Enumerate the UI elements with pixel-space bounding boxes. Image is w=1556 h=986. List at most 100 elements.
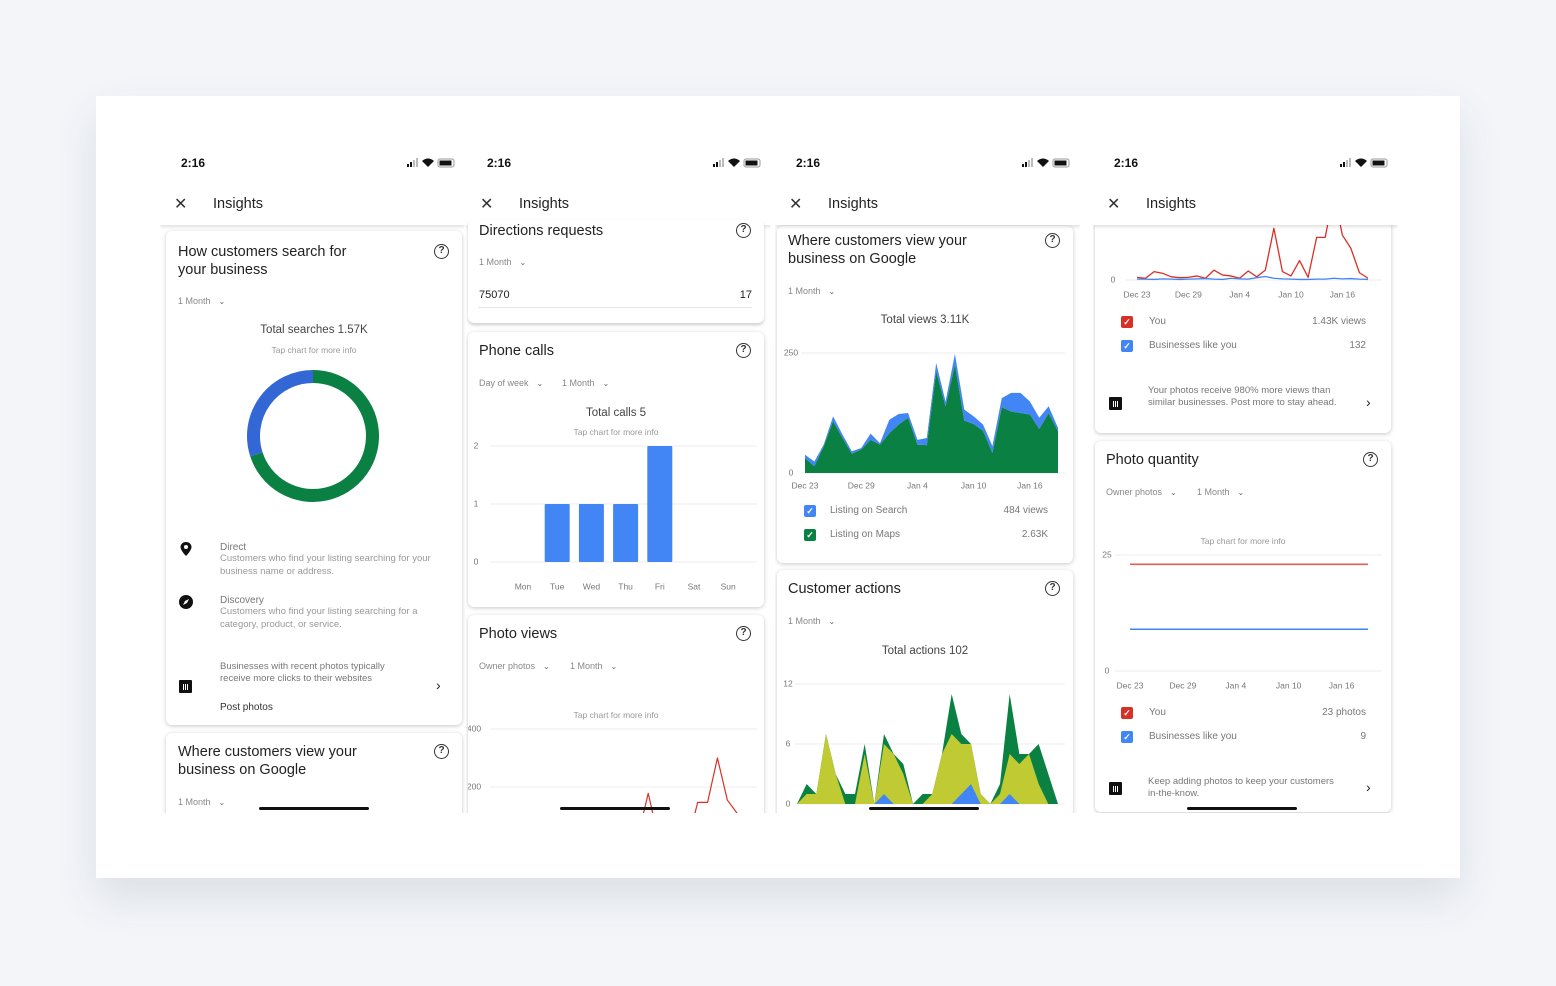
maps-checkbox[interactable]: ✓ [804, 529, 816, 541]
period-dropdown[interactable]: 1 Month ⌄ [479, 257, 526, 267]
help-icon[interactable]: ? [736, 626, 751, 641]
home-indicator[interactable] [259, 807, 369, 810]
you-checkbox[interactable]: ✓ [1121, 707, 1133, 719]
x-tick-label: Jan 4 [907, 480, 928, 490]
legend-value: 1.43K views [1312, 316, 1366, 327]
close-button[interactable]: ✕ [1107, 194, 1120, 214]
period-dropdown[interactable]: 1 Month ⌄ [178, 797, 225, 807]
home-indicator[interactable] [1187, 807, 1297, 810]
search-checkbox[interactable]: ✓ [804, 505, 816, 517]
phone-screen-3: 2:16 ✕ Insights 0 250 Dec 23 Dec 29 Jan 4 Jan… [775, 150, 1080, 813]
chevron-down-icon: ⌄ [218, 297, 226, 306]
period-label: 1 Month [178, 797, 211, 807]
close-button[interactable]: ✕ [480, 194, 493, 214]
y-tick-label: 200 [468, 781, 481, 791]
status-time: 2:16 [487, 156, 512, 170]
help-icon[interactable]: ? [736, 223, 751, 238]
y-tick-label: 12 [783, 678, 793, 688]
help-icon[interactable]: ? [1045, 581, 1060, 596]
legend-label: Listing on Maps [830, 529, 901, 540]
chevron-right-icon[interactable]: › [436, 677, 441, 693]
customer-actions-card[interactable]: 0 6 12 Customer actions ? 1 Month ⌄ Total a… [777, 570, 1073, 813]
help-icon[interactable]: ? [1045, 233, 1060, 248]
close-button[interactable]: ✕ [174, 194, 187, 214]
directions-card[interactable]: Directions requests ? 1 Month ⌄ 75070 17 [468, 220, 764, 323]
status-time: 2:16 [796, 156, 821, 170]
period-dropdown[interactable]: 1 Month ⌄ [562, 378, 609, 388]
post-photos-link[interactable]: Post photos [220, 702, 273, 713]
legend-label: You [1149, 707, 1166, 718]
chart-hint: Tap chart for more info [271, 345, 357, 355]
total-calls: Total calls 5 [585, 407, 647, 419]
phone-calls-card[interactable]: 0 1 2 Mon Tue Wed Thu Fri Sat Sun Phone calls ? D… [468, 332, 764, 607]
card-title: Customer actions [788, 581, 901, 597]
period-dropdown[interactable]: 1 Month ⌄ [570, 661, 617, 671]
period-label: 1 Month [1197, 487, 1230, 497]
period-dropdown[interactable]: 1 Month ⌄ [178, 296, 225, 306]
period-label: 1 Month [178, 296, 211, 306]
card-title: Photo views [479, 626, 558, 642]
photo-building-icon [179, 680, 192, 693]
grouping-dropdown[interactable]: Day of week ⌄ [479, 378, 543, 388]
chevron-right-icon[interactable]: › [1366, 394, 1371, 410]
status-icons [407, 158, 455, 168]
views-card[interactable]: 0 250 Dec 23 Dec 29 Jan 4 Jan 10 Jan 16 Where … [777, 226, 1073, 563]
y-tick-label: 25 [1102, 549, 1112, 559]
status-icons [1340, 158, 1388, 168]
photo-quantity-card[interactable]: 0 25 Dec 23 Dec 29 Jan 4 Jan 10 Jan 16 Photo q… [1095, 441, 1391, 812]
donut-segment-0 [247, 370, 314, 457]
pin-icon [180, 542, 192, 556]
photo-type-label: Owner photos [479, 661, 536, 671]
legend-label: Businesses like you [1149, 340, 1237, 351]
businesses-checkbox[interactable]: ✓ [1121, 340, 1133, 352]
period-label: 1 Month [479, 257, 512, 267]
search-card[interactable]: How customers search for your business ?… [166, 231, 462, 725]
x-tick-label: Sun [721, 581, 736, 591]
x-tick-label: Mon [515, 581, 532, 591]
x-tick-label: Jan 10 [1276, 680, 1302, 690]
wifi-icon [1037, 158, 1049, 167]
period-dropdown[interactable]: 1 Month ⌄ [788, 616, 835, 626]
help-icon[interactable]: ? [1363, 452, 1378, 467]
legend-label: Direct [220, 542, 247, 553]
photos-tip-text: Businesses with recent photos typically … [220, 661, 385, 684]
zip-count: 17 [739, 289, 752, 301]
signal-icon [407, 158, 418, 167]
help-icon[interactable]: ? [434, 244, 449, 259]
phone-calls-bar-chart[interactable]: 0 1 2 Mon Tue Wed Thu Fri Sat Sun [468, 332, 764, 607]
actions-area-chart[interactable]: 0 6 12 [777, 570, 1073, 813]
chevron-down-icon: ⌄ [218, 798, 226, 807]
photo-type-dropdown[interactable]: Owner photos ⌄ [1106, 487, 1177, 497]
help-icon[interactable]: ? [736, 343, 751, 358]
total-searches: Total searches 1.57K [260, 324, 368, 336]
page-title: Insights [213, 196, 263, 212]
photo-views-card[interactable]: 0 Dec 23 Dec 29 Jan 4 Jan 10 Jan 16 ✓ You 1.4… [1095, 220, 1391, 433]
signal-icon [713, 158, 724, 167]
period-dropdown[interactable]: 1 Month ⌄ [1197, 487, 1244, 497]
period-dropdown[interactable]: 1 Month ⌄ [788, 286, 835, 296]
x-tick-label: Dec 23 [1117, 680, 1144, 690]
period-label: 1 Month [562, 378, 595, 388]
phone-screen-1: 2:16 ✕ Insights How customers search for… [160, 150, 465, 813]
home-indicator[interactable] [560, 807, 670, 810]
chevron-right-icon[interactable]: › [1366, 779, 1371, 795]
y-tick-label: 2 [474, 440, 479, 450]
photo-views-card[interactable]: 200 400 Photo views ? Owner photos ⌄ 1 Mon… [468, 615, 764, 813]
photo-type-dropdown[interactable]: Owner photos ⌄ [479, 661, 550, 671]
y-tick-label: 6 [786, 738, 791, 748]
y-tick-label: 0 [786, 798, 791, 808]
x-tick-label: Jan 16 [1330, 289, 1356, 299]
home-indicator[interactable] [869, 807, 979, 810]
you-checkbox[interactable]: ✓ [1121, 316, 1133, 328]
legend-value: 2.63K [1021, 529, 1048, 540]
help-icon[interactable]: ? [434, 744, 449, 759]
businesses-checkbox[interactable]: ✓ [1121, 731, 1133, 743]
x-tick-label: Jan 4 [1225, 680, 1246, 690]
close-button[interactable]: ✕ [789, 194, 802, 214]
series-line-0 [642, 757, 738, 813]
card-title: Photo quantity [1106, 452, 1199, 468]
views-card[interactable]: Where customers view your business on Go… [166, 733, 462, 813]
chevron-down-icon: ⌄ [828, 617, 836, 626]
app-header: 2:16 ✕ Insights [775, 150, 1080, 225]
x-tick-label: Jan 16 [1017, 480, 1043, 490]
